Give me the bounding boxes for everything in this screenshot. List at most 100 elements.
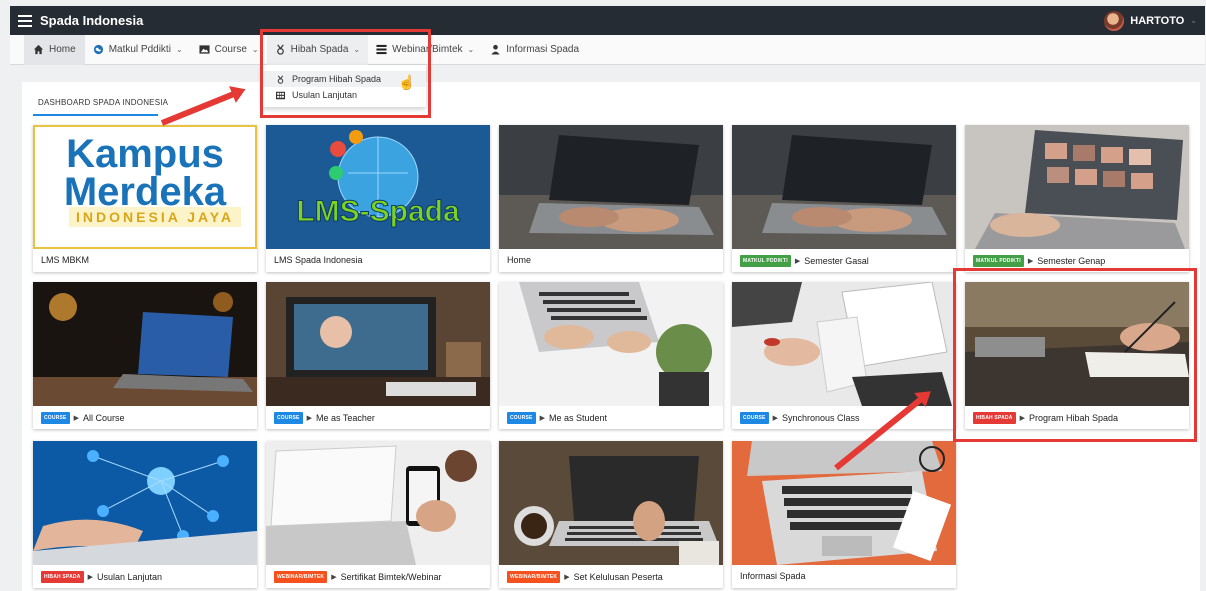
user-menu[interactable]: HARTOTO ⌄	[1104, 10, 1197, 31]
kampus-merdeka-logo: Kampus Merdeka INDONESIA JAYA	[33, 125, 257, 249]
category-badge: HIBAH SPADA	[41, 571, 84, 583]
card-me-as-student[interactable]: COURSE ▶ Me as Student	[499, 282, 723, 429]
dropdown-item-label: Usulan Lanjutan	[292, 90, 358, 100]
card-caption: Informasi Spada	[740, 571, 806, 581]
card-me-as-teacher[interactable]: COURSE ▶ Me as Teacher	[266, 282, 490, 429]
hamburger-menu-icon[interactable]	[18, 14, 32, 27]
menu-item-label: Informasi Spada	[506, 44, 580, 55]
avatar	[1104, 10, 1125, 31]
caret-right-icon: ▶	[564, 574, 570, 581]
keyboard-plant-photo	[499, 282, 723, 406]
card-title: Sertifikat Bimtek/Webinar	[340, 572, 442, 582]
caret-right-icon: ▶	[1019, 415, 1025, 422]
chevron-down-icon: ⌄	[353, 45, 361, 54]
category-badge: MATKUL PDDIKTI	[740, 255, 791, 267]
menu-item-hibah-spada[interactable]: Hibah Spada ⌄	[266, 34, 369, 65]
card-lms-spada-indonesia[interactable]: LMS-Spada LMS Spada Indonesia	[266, 125, 490, 272]
menu-item-label: Hibah Spada	[290, 44, 349, 55]
menu-item-matkul-pddikti[interactable]: Matkul Pddikti ⌄	[85, 35, 191, 65]
writing-notebook-photo	[965, 282, 1189, 406]
globe-icon	[93, 44, 103, 55]
main-menu: Home Matkul Pddikti ⌄ Course ⌄ Hibah Spa…	[10, 34, 1205, 65]
card-caption: LMS MBKM	[41, 255, 89, 265]
menu-item-home[interactable]: Home	[24, 34, 85, 65]
card-title: Semester Genap	[1037, 256, 1106, 266]
chevron-down-icon: ⌄	[175, 45, 183, 54]
category-badge: COURSE	[740, 412, 769, 424]
laptop-coffee-photo	[499, 441, 723, 565]
category-badge: COURSE	[41, 412, 70, 424]
lms-spada-logo: LMS-Spada	[266, 125, 490, 249]
card-semester-genap[interactable]: MATKUL PDDIKTI ▶ Semester Genap	[965, 125, 1189, 272]
card-caption: COURSE ▶ Me as Student	[507, 412, 607, 424]
caret-right-icon: ▶	[87, 574, 93, 581]
card-caption: WEBINAR/BIMTEK ▶ Set Kelulusan Peserta	[507, 571, 663, 583]
card-title: LMS MBKM	[41, 255, 90, 265]
card-program-hibah-spada[interactable]: HIBAH SPADA ▶ Program Hibah Spada	[965, 282, 1189, 429]
card-lms-mbkm[interactable]: Kampus Merdeka INDONESIA JAYA LMS MBKM	[33, 125, 257, 272]
card-caption: MATKUL PDDIKTI ▶ Semester Gasal	[740, 255, 869, 267]
chevron-down-icon: ⌄	[467, 45, 475, 54]
card-title: Me as Student	[548, 413, 608, 423]
card-caption: HIBAH SPADA ▶ Program Hibah Spada	[973, 412, 1118, 424]
category-badge: WEBINAR/BIMTEK	[274, 571, 328, 583]
laptop-typing-photo	[499, 125, 723, 249]
category-badge: COURSE	[507, 412, 536, 424]
card-title: Program Hibah Spada	[1028, 413, 1119, 423]
caret-right-icon: ▶	[772, 415, 778, 422]
laptop-desk-night	[33, 282, 257, 406]
top-navbar: Spada Indonesia HARTOTO ⌄	[10, 6, 1205, 35]
card-semester-gasal[interactable]: MATKUL PDDIKTI ▶ Semester Gasal	[732, 125, 956, 272]
card-title: LMS Spada Indonesia	[274, 255, 363, 265]
card-caption: COURSE ▶ Synchronous Class	[740, 412, 860, 424]
dropdown-item-label: Program Hibah Spada	[292, 74, 382, 84]
card-caption: HIBAH SPADA ▶ Usulan Lanjutan	[41, 571, 162, 583]
phone-laptop-photo	[266, 441, 490, 565]
card-set-kelulusan-peserta[interactable]: WEBINAR/BIMTEK ▶ Set Kelulusan Peserta	[499, 441, 723, 588]
laptop-typing-photo	[732, 125, 956, 249]
card-title: Usulan Lanjutan	[96, 572, 163, 582]
menu-item-informasi-spada[interactable]: Informasi Spada	[482, 35, 587, 65]
card-caption: WEBINAR/BIMTEK ▶ Sertifikat Bimtek/Webinar	[274, 571, 442, 583]
chevron-down-icon: ⌄	[1190, 16, 1197, 25]
menu-item-course[interactable]: Course ⌄	[191, 35, 267, 65]
category-badge: COURSE	[274, 412, 303, 424]
category-badge: MATKUL PDDIKTI	[973, 255, 1024, 267]
person-icon	[491, 44, 500, 55]
medal-icon	[276, 44, 284, 55]
card-title: Me as Teacher	[315, 413, 375, 423]
card-usulan-lanjutan[interactable]: HIBAH SPADA ▶ Usulan Lanjutan	[33, 441, 257, 588]
user-name: HARTOTO	[1130, 14, 1185, 27]
caret-right-icon: ▶	[539, 415, 545, 422]
home-icon	[33, 44, 44, 55]
caret-right-icon: ▶	[794, 258, 801, 265]
medal-icon	[277, 74, 284, 84]
card-caption: MATKUL PDDIKTI ▶ Semester Genap	[973, 255, 1105, 267]
chevron-down-icon: ⌄	[251, 45, 259, 54]
laptop-photos-screen	[965, 125, 1189, 249]
card-title: Informasi Spada	[740, 571, 806, 581]
menu-item-label: Webinar/Bimtek	[392, 44, 463, 55]
card-caption: Home	[507, 255, 531, 265]
tab-active-indicator	[33, 114, 158, 116]
svg-text:LMS-Spada: LMS-Spada	[296, 195, 460, 228]
card-caption: COURSE ▶ Me as Teacher	[274, 412, 375, 424]
caret-right-icon: ▶	[331, 574, 337, 581]
image-icon	[199, 45, 210, 54]
menu-item-label: Course	[214, 44, 247, 55]
card-sertifikat-bimtek-webinar[interactable]: WEBINAR/BIMTEK ▶ Sertifikat Bimtek/Webinar	[266, 441, 490, 588]
menu-item-webinar-bimtek[interactable]: Webinar/Bimtek ⌄	[368, 35, 482, 65]
category-badge: WEBINAR/BIMTEK	[507, 571, 561, 583]
card-synchronous-class[interactable]: COURSE ▶ Synchronous Class	[732, 282, 956, 429]
tab-dashboard[interactable]: DASHBOARD SPADA INDONESIA	[38, 98, 168, 107]
card-all-course[interactable]: COURSE ▶ All Course	[33, 282, 257, 429]
caret-right-icon: ▶	[1027, 258, 1034, 265]
hand-cursor-icon: ☝	[398, 74, 416, 90]
card-title: Set Kelulusan Peserta	[573, 572, 663, 582]
caret-right-icon: ▶	[306, 415, 312, 422]
list-icon	[376, 44, 387, 55]
menu-item-label: Home	[49, 44, 76, 55]
card-home[interactable]: Home	[499, 125, 723, 272]
app-title[interactable]: Spada Indonesia	[40, 13, 143, 28]
monitor-desk-photo	[266, 282, 490, 406]
